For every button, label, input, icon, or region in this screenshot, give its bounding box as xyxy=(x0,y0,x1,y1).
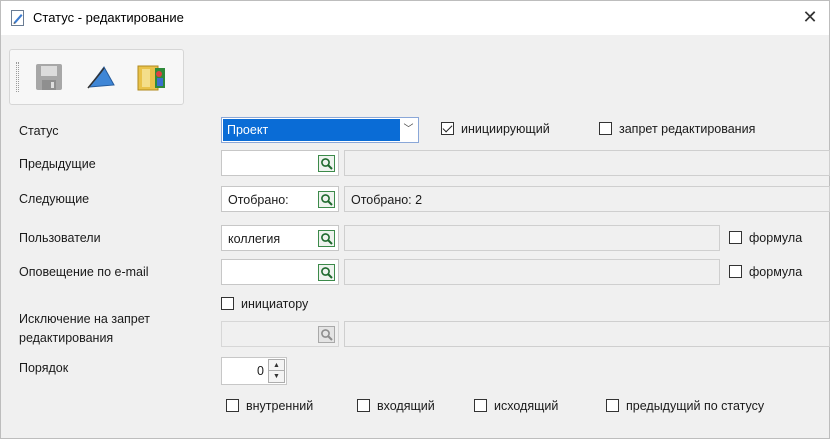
stepper-buttons: ▲ ▼ xyxy=(268,359,285,383)
next-value: Отобрано: xyxy=(228,193,289,207)
checkbox-box[interactable] xyxy=(474,399,487,412)
lookup-icon[interactable] xyxy=(318,264,335,281)
users-value: коллегия xyxy=(228,232,281,246)
map-exit-icon xyxy=(137,65,165,91)
incoming-label: входящий xyxy=(377,399,435,413)
exclusion-input xyxy=(221,321,339,347)
initiating-label: инициирующий xyxy=(461,122,550,136)
save-button[interactable] xyxy=(32,60,66,94)
outgoing-label: исходящий xyxy=(494,399,559,413)
exclusion-detail-field xyxy=(344,321,830,347)
title-bar: Статус - редактирование ✕ xyxy=(1,1,829,35)
email-formula-checkbox[interactable]: формула xyxy=(729,265,802,279)
lookup-icon[interactable] xyxy=(318,155,335,172)
edit-ban-label: запрет редактирования xyxy=(619,122,756,136)
internal-label: внутренний xyxy=(246,399,314,413)
next-label: Следующие xyxy=(19,192,90,206)
save-icon xyxy=(36,64,62,90)
initiating-checkbox[interactable]: инициирующий xyxy=(441,122,550,136)
checkbox-box[interactable] xyxy=(729,265,742,278)
checkbox-box[interactable] xyxy=(729,231,742,244)
status-selected-value: Проект xyxy=(223,119,400,141)
exit-button[interactable] xyxy=(134,60,168,94)
edit-ban-checkbox[interactable]: запрет редактирования xyxy=(599,122,755,136)
stepper-down-icon[interactable]: ▼ xyxy=(269,371,284,382)
checkbox-box[interactable] xyxy=(357,399,370,412)
prev-by-status-checkbox[interactable]: предыдущий по статусу xyxy=(606,399,764,413)
previous-label: Предыдущие xyxy=(19,157,96,171)
toolbar xyxy=(1,35,829,111)
exclusion-label-line1: Исключение на запрет xyxy=(19,312,151,326)
users-input[interactable]: коллегия xyxy=(221,225,339,251)
chevron-down-icon[interactable]: ﹀ xyxy=(400,119,417,141)
checkbox-box[interactable] xyxy=(599,122,612,135)
order-stepper[interactable]: 0 ▲ ▼ xyxy=(221,357,287,385)
order-value: 0 xyxy=(257,364,264,378)
lookup-icon[interactable] xyxy=(318,191,335,208)
edit-document-icon xyxy=(11,10,25,26)
status-edit-window: Статус - редактирование ✕ Статус Проект … xyxy=(0,0,830,439)
checkbox-box[interactable] xyxy=(226,399,239,412)
prev-by-status-label: предыдущий по статусу xyxy=(626,399,765,413)
exclusion-label-line2: редактирования xyxy=(19,331,114,345)
previous-input[interactable] xyxy=(221,150,339,176)
window-title: Статус - редактирование xyxy=(33,10,184,25)
initiator-label: инициатору xyxy=(241,297,309,311)
checkbox-box[interactable] xyxy=(221,297,234,310)
next-input[interactable]: Отобрано: xyxy=(221,186,339,212)
users-formula-label: формула xyxy=(749,231,803,245)
users-label: Пользователи xyxy=(19,231,101,245)
status-select[interactable]: Проект ﹀ xyxy=(221,117,419,143)
lookup-icon[interactable] xyxy=(318,230,335,247)
paint-bucket-icon xyxy=(87,66,115,89)
email-detail-field xyxy=(344,259,720,285)
outgoing-checkbox[interactable]: исходящий xyxy=(474,399,558,413)
internal-checkbox[interactable]: внутренний xyxy=(226,399,313,413)
fill-button[interactable] xyxy=(84,60,118,94)
stepper-up-icon[interactable]: ▲ xyxy=(269,360,284,371)
email-formula-label: формула xyxy=(749,265,803,279)
toolbar-grip-icon[interactable] xyxy=(16,62,19,92)
previous-detail-field xyxy=(344,150,830,176)
next-detail-field: Отобрано: 2 xyxy=(344,186,830,212)
order-label: Порядок xyxy=(19,361,69,375)
users-detail-field xyxy=(344,225,720,251)
checkbox-box[interactable] xyxy=(606,399,619,412)
incoming-checkbox[interactable]: входящий xyxy=(357,399,435,413)
close-button[interactable]: ✕ xyxy=(795,3,825,33)
users-formula-checkbox[interactable]: формула xyxy=(729,231,802,245)
next-detail: Отобрано: 2 xyxy=(351,193,423,207)
status-label: Статус xyxy=(19,124,59,138)
lookup-icon xyxy=(318,326,335,343)
email-label: Оповещение по e-mail xyxy=(19,265,149,279)
checkbox-box[interactable] xyxy=(441,122,454,135)
toolbar-panel xyxy=(9,49,184,105)
email-input[interactable] xyxy=(221,259,339,285)
initiator-checkbox[interactable]: инициатору xyxy=(221,297,308,311)
